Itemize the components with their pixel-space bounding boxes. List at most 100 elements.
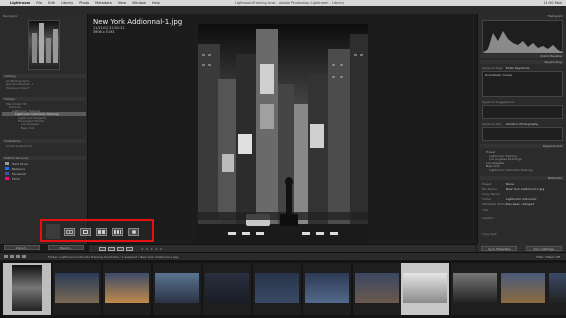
menu-edit[interactable]: Edit [48,1,55,5]
thumbnail-image [105,273,149,303]
publish-services-panel: Publish Services Hard Drive Behance Face… [2,156,86,181]
module-picker-strip [0,6,566,14]
histogram-header[interactable]: Histogram [478,14,566,19]
filmstrip-thumb[interactable] [53,263,101,315]
folders-header[interactable]: Folders [2,97,86,101]
metadata-value[interactable]: New York Addionnal-1.jpg [506,187,544,191]
menu-file[interactable]: File [36,1,42,5]
center-toolbar: ★ ★ ★ ★ ★ [89,244,476,252]
keywording-header[interactable]: Keywording [480,60,565,64]
metadata-value[interactable]: None [506,182,514,186]
people-view-button[interactable] [128,228,139,236]
thumbnail-image [403,273,447,303]
filmstrip-thumb[interactable] [401,263,449,315]
right-panel-buttons: Sync Metadata Sync Settings [477,244,566,252]
sync-settings-button[interactable]: Sync Settings [525,245,562,251]
menu-view[interactable]: View [118,1,126,5]
thumbnail-image [12,265,42,311]
folder-row[interactable]: New York [2,126,86,130]
menu-window[interactable]: Window [132,1,146,5]
histogram-graph [483,31,564,53]
metadata-label: Folder [482,197,492,201]
thumbnail-image [205,273,249,303]
filmstrip-header: Folder: Lightroom Instructor Training 79… [0,252,566,260]
catalog-header[interactable]: Catalog [2,74,86,78]
metadata-value[interactable]: Lightroom Instructor [506,197,537,201]
filmstrip-thumb[interactable] [353,263,401,315]
metadata-label: Metadata Status [482,202,507,206]
keyword-tags-value[interactable]: Enter Keywords [506,66,529,70]
grid-view-button[interactable] [64,228,75,236]
metadata-label: Copyright [482,232,497,236]
export-button[interactable]: Export... [48,245,84,250]
thumbnail-image [549,273,566,303]
rating-stars[interactable]: ★ ★ ★ ★ ★ [141,247,163,251]
filmstrip-source-path[interactable]: Folder: Lightroom Instructor Training 79… [48,255,178,259]
service-flickr[interactable]: Flickr [2,176,86,181]
toolbar-grid-icon[interactable] [99,246,106,251]
keyword-area[interactable]: Rockefeller Center [482,71,563,97]
quick-develop-header[interactable]: Quick Develop [480,54,565,58]
thumbnail-image [305,273,349,303]
filmstrip-thumb[interactable] [103,263,151,315]
metadata-value[interactable]: Has been changed [506,202,534,206]
behance-icon [5,167,9,170]
menu-lightroom[interactable]: Lightroom [10,1,30,5]
publish-services-header[interactable]: Publish Services [2,156,86,160]
filmstrip-thumb-selected[interactable] [3,263,51,315]
folders-panel: Folders Macintosh HD Pictures Lightroom … [2,97,86,130]
menu-library[interactable]: Library [61,1,73,5]
filmstrip-thumb[interactable] [153,263,201,315]
toolbar-left-cap [46,224,60,239]
sync-metadata-button[interactable]: Sync Metadata [481,245,518,251]
catalog-row[interactable]: Previous Import [2,86,86,90]
people-icon [132,230,136,234]
keyword-set-grid[interactable] [482,127,563,141]
menu-help[interactable]: Help [152,1,160,5]
second-window-icon[interactable] [4,255,8,258]
menu-metadata[interactable]: Metadata [95,1,112,5]
import-button[interactable]: Import... [4,245,40,250]
filmstrip-thumb[interactable] [547,263,566,315]
main-photo[interactable] [198,24,368,252]
filmstrip-thumb[interactable] [203,263,251,315]
filmstrip-thumb[interactable] [253,263,301,315]
thumbnail-image [155,273,199,303]
survey-view-button[interactable] [112,228,123,236]
keyword-item[interactable]: Lightroom Instructor Training [486,168,564,172]
metadata-label: Title [482,208,489,212]
filmstrip-thumb[interactable] [451,263,499,315]
grid-nav-icon[interactable] [10,255,14,258]
menubar-clock: 11:50 Mon [543,1,562,5]
forward-arrow-icon[interactable] [22,255,26,258]
keyword-tags-label: Keyword Tags [482,66,503,70]
toolbar-loupe-icon[interactable] [108,246,115,251]
keyword-set-value[interactable]: Outdoor Photography [506,122,538,126]
toolbar-people-icon[interactable] [126,246,133,251]
filmstrip-thumb[interactable] [499,263,547,315]
thumbnail-image [355,273,399,303]
survey-icon [114,230,121,234]
view-mode-highlight [40,219,154,242]
filmstrip-thumb[interactable] [303,263,351,315]
compare-view-button[interactable] [96,228,107,236]
collections-header[interactable]: Collections [2,139,86,143]
hard-drive-icon [5,162,9,165]
navigator-preview[interactable] [28,20,60,70]
menu-photo[interactable]: Photo [79,1,89,5]
keyword-list-header[interactable]: Keyword List [480,144,565,148]
loupe-view-button[interactable] [80,228,91,236]
thumbnail-image [501,273,545,303]
loupe-view: New York Addionnal-1.jpg 11/11/12 22:51:… [89,14,476,252]
collections-panel: Collections Smart Collections [2,139,86,148]
metadata-header[interactable]: Metadata [480,176,565,180]
filmstrip-filter[interactable]: Filter: Filters Off [536,255,560,259]
keyword-set-label: Keyword Set [482,122,501,126]
back-arrow-icon[interactable] [16,255,20,258]
right-panel: Histogram Quick Develop Keywording Keywo… [477,14,566,252]
collection-row[interactable]: Smart Collections [2,144,86,148]
toolbar-compare-icon[interactable] [117,246,124,251]
navigator-header[interactable]: Navigator [0,14,87,19]
photo-dimensions: 3906 x 5193 [93,30,115,34]
keyword-suggestions-box[interactable] [482,105,563,119]
